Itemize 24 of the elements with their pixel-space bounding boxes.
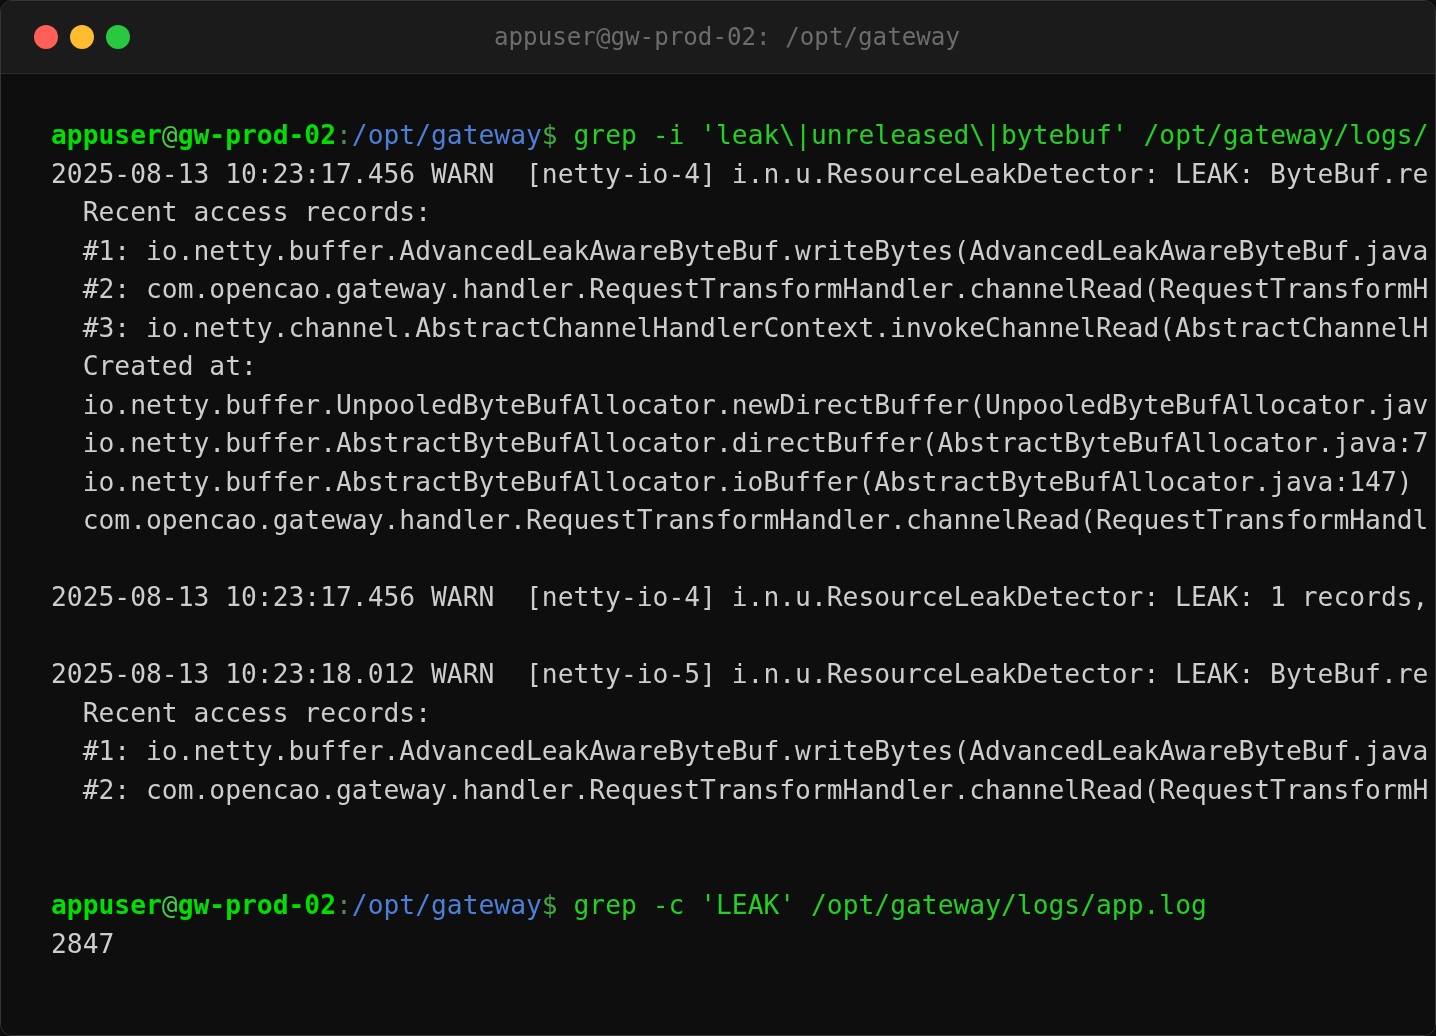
stack-trace-line: Recent access records: xyxy=(82,197,431,227)
command-text: grep -c 'LEAK' /opt/gateway/logs/app.log xyxy=(573,890,1207,920)
stack-trace-line: #1: io.netty.buffer.AdvancedLeakAwareByteBuf.writeBytes(AdvancedLeakAwareByteBuf.java xyxy=(82,736,1429,766)
command-output: 2847 xyxy=(51,928,115,959)
shell-prompt: appuser@gw-prod-02:/opt/gateway$ xyxy=(51,120,558,150)
maximize-button[interactable] xyxy=(106,25,130,49)
stack-trace-line: Recent access records: xyxy=(82,697,431,728)
stack-trace-line: com.opencao.gateway.handler.RequestTransformHandler.channelRead(RequestTransformHandl xyxy=(82,505,1429,535)
shell-prompt: appuser@gw-prod-02:/opt/gateway$ xyxy=(51,890,558,920)
minimize-button[interactable] xyxy=(70,25,94,49)
log-line: 2025-08-13 10:23:17.456 WARN [netty-io-4] i.n.u.ResourceLeakDetector: LEAK: ByteBuf.re xyxy=(51,158,1429,189)
log-line: 2025-08-13 10:23:18.012 WARN [netty-io-5] i.n.u.ResourceLeakDetector: LEAK: ByteBuf.re xyxy=(51,659,1429,689)
log-line: 2025-08-13 10:23:17.456 WARN [netty-io-4] i.n.u.ResourceLeakDetector: LEAK: 1 records, xyxy=(51,582,1429,612)
stack-trace-line: #3: io.netty.channel.AbstractChannelHandlerContext.invokeChannelRead(AbstractChannelH xyxy=(82,312,1429,343)
stack-trace-line: #1: io.netty.buffer.AdvancedLeakAwareByteBuf.writeBytes(AdvancedLeakAwareByteBuf.java xyxy=(82,235,1429,266)
window-title: appuser@gw-prod-02: /opt/gateway xyxy=(494,23,960,51)
close-button[interactable] xyxy=(34,25,58,49)
stack-trace-line: io.netty.buffer.UnpooledByteBufAllocator.newDirectBuffer(UnpooledByteBufAllocator.jav xyxy=(82,389,1429,420)
command-text: grep -i 'leak\|unreleased\|bytebuf' /opt/gateway/logs/ xyxy=(573,120,1429,150)
stack-trace-line: Created at: xyxy=(82,351,257,381)
stack-trace-line: #2: com.opencao.gateway.handler.RequestTransformHandler.channelRead(RequestTransformH xyxy=(82,774,1429,805)
stack-trace-line: #2: com.opencao.gateway.handler.RequestTransformHandler.channelRead(RequestTransformH xyxy=(82,274,1429,304)
stack-trace-line: io.netty.buffer.AbstractByteBufAllocator.ioBuffer(AbstractByteBufAllocator.java:147) xyxy=(82,466,1413,497)
stack-trace-line: io.netty.buffer.AbstractByteBufAllocator.directBuffer(AbstractByteBufAllocator.java:7 xyxy=(82,428,1429,458)
